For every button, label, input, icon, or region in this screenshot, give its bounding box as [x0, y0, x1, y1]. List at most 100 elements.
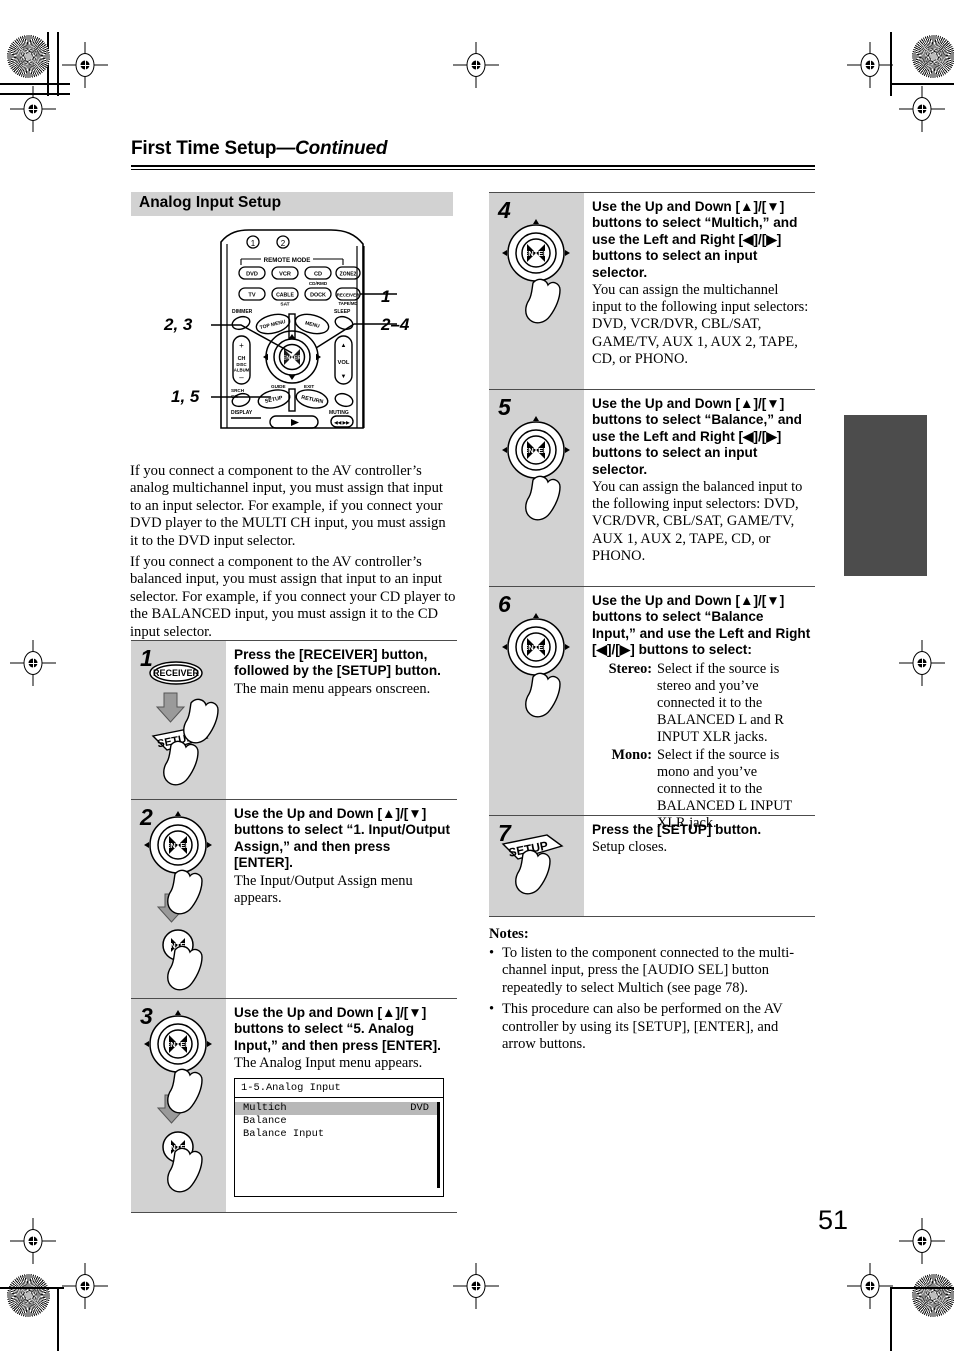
- osd-row-balance-input[interactable]: Balance Input: [235, 1128, 439, 1141]
- section-heading-text: Analog Input Setup: [139, 194, 282, 211]
- svg-text:ENTER: ENTER: [523, 446, 549, 455]
- step-3-desc: The Analog Input menu appears.: [234, 1055, 423, 1072]
- dpad-press-icon: ENTER: [502, 416, 570, 521]
- step-6-title: Use the Up and Down [▲]/[▼] buttons to s…: [592, 593, 811, 658]
- step-2-art-panel: 2 ENTER ENTER: [131, 800, 226, 998]
- registration-mark-upper-left-outer: [10, 86, 56, 132]
- notes-section: Notes: • To listen to the component conn…: [489, 926, 815, 1057]
- definition-stereo-desc: Select if the source is stereo and you’v…: [657, 660, 784, 746]
- osd-row-balance-label: Balance: [243, 1115, 287, 1128]
- figure-callout-1-5: 1, 5: [171, 387, 200, 406]
- osd-menu-analog-input: 1-5.Analog Input Multich DVD Balance Bal…: [234, 1078, 444, 1198]
- svg-text:GUIDE: GUIDE: [271, 384, 286, 389]
- step-6: 6 ENTER Use the Up and Down [▲]/[▼] butt…: [489, 586, 815, 831]
- svg-text:SRCH: SRCH: [231, 388, 245, 393]
- step-2: 2 ENTER ENTER Use the Up and Down [▲]/[▼…: [131, 799, 457, 998]
- note-item-1-text: To listen to the component connected to …: [502, 945, 795, 996]
- header-rule-thin: [131, 169, 815, 170]
- dpad-press-icon: ENTER: [502, 613, 570, 718]
- registration-mark-lower-left-outer: [10, 1218, 56, 1264]
- step-2-desc: The Input/Output Assign menu appears.: [234, 872, 413, 906]
- definition-stereo: Stereo: Select if the source is stereo a…: [592, 661, 811, 747]
- page-frame-bottom-right: [890, 1255, 954, 1351]
- svg-text:RECEIVER: RECEIVER: [337, 293, 360, 298]
- step-1: 1 RECEIVER SETUP: [131, 640, 457, 799]
- intro-paragraph-2: If you connect a component to the AV con…: [130, 553, 456, 640]
- registration-mark-top-center: [453, 42, 499, 88]
- intro-paragraph-1: If you connect a component to the AV con…: [130, 462, 446, 549]
- page-title-main: First Time Setup: [131, 138, 277, 159]
- osd-menu-title: 1-5.Analog Input: [235, 1079, 443, 1099]
- svg-text:TV: TV: [248, 293, 255, 299]
- notes-heading: Notes:: [489, 926, 529, 942]
- svg-text:–: –: [239, 373, 244, 382]
- step-4-art-panel: 4 ENTER: [489, 193, 584, 389]
- svg-text:ENTER: ENTER: [165, 841, 191, 850]
- svg-text:CABLE: CABLE: [276, 293, 294, 299]
- svg-text:1: 1: [251, 239, 256, 248]
- svg-text:ENTER: ENTER: [523, 643, 549, 652]
- osd-scrollbar[interactable]: [437, 1102, 440, 1189]
- svg-text:◀◀ ▶▶: ◀◀ ▶▶: [333, 420, 351, 425]
- dpad-press-icon: ENTER: [502, 219, 570, 324]
- note-bullet: •: [489, 945, 495, 961]
- note-item-2: • This procedure can also be performed o…: [489, 1001, 815, 1053]
- osd-menu-body: Multich DVD Balance Balance Input: [235, 1098, 443, 1196]
- density-target-top-left: [7, 35, 50, 78]
- svg-text:▼: ▼: [341, 374, 347, 380]
- step-7-art-panel: 7 SETUP: [489, 816, 584, 916]
- osd-row-balance[interactable]: Balance: [235, 1115, 439, 1128]
- svg-text:+: +: [239, 341, 244, 350]
- svg-text:ENTER: ENTER: [283, 356, 302, 362]
- svg-text:DISC: DISC: [236, 362, 246, 367]
- step-1-body: Press the [RECEIVER] button, followed by…: [226, 641, 457, 799]
- figure-callout-2-3: 2, 3: [164, 315, 193, 334]
- svg-text:VOL: VOL: [338, 360, 350, 366]
- svg-text:DISPLAY: DISPLAY: [231, 410, 253, 416]
- svg-text:SAT: SAT: [280, 302, 289, 308]
- svg-text:ALBUM: ALBUM: [234, 368, 250, 373]
- svg-text:TAPE/MD: TAPE/MD: [338, 301, 357, 306]
- step-3-art-panel: 3 ENTER ENTER: [131, 999, 226, 1212]
- svg-text:EXIT: EXIT: [304, 384, 314, 389]
- step-1-desc: The main menu appears onscreen.: [234, 680, 431, 697]
- osd-row-balance-input-label: Balance Input: [243, 1127, 325, 1140]
- note-bullet: •: [489, 1001, 495, 1018]
- step-4-body: Use the Up and Down [▲]/[▼] buttons to s…: [584, 193, 815, 389]
- svg-text:CD: CD: [314, 272, 322, 278]
- step-5-body: Use the Up and Down [▲]/[▼] buttons to s…: [584, 390, 815, 586]
- step-5-desc: You can assign the balanced input to the…: [592, 479, 803, 564]
- svg-text:SLEEP: SLEEP: [334, 309, 351, 315]
- svg-text:REMOTE MODE: REMOTE MODE: [264, 257, 311, 264]
- note-item-2-text: This procedure can also be performed on …: [502, 1001, 783, 1053]
- step-5-title: Use the Up and Down [▲]/[▼] buttons to s…: [592, 396, 802, 477]
- page-frame-top-right: [890, 0, 954, 96]
- step-4: 4 ENTER Use the Up and Down [▲]/[▼] butt…: [489, 192, 815, 389]
- receiver-then-setup-button-icon: RECEIVER SETUP: [149, 661, 219, 786]
- header-rule-thick: [131, 165, 815, 167]
- step-7-desc: Setup closes.: [592, 839, 668, 856]
- dpad-then-enter-icon: ENTER ENTER: [144, 811, 212, 991]
- step-7-title: Press the [SETUP] button.: [592, 822, 762, 837]
- step-2-body: Use the Up and Down [▲]/[▼] buttons to s…: [226, 800, 457, 998]
- step-2-title: Use the Up and Down [▲]/[▼] buttons to s…: [234, 806, 450, 871]
- osd-row-multich[interactable]: Multich DVD: [235, 1102, 439, 1116]
- steps-right-column: 4 ENTER Use the Up and Down [▲]/[▼] butt…: [489, 192, 815, 917]
- svg-text:RECEIVER: RECEIVER: [153, 668, 200, 678]
- step-5-art-panel: 5 ENTER: [489, 390, 584, 586]
- registration-mark-mid-right: [899, 640, 945, 686]
- svg-text:ENTER: ENTER: [523, 249, 549, 258]
- svg-text:DVD: DVD: [246, 272, 258, 278]
- remote-control-figure: 1 2 REMOTE MODE DVD VCR CD ZONE2 CD/RMD: [131, 228, 455, 433]
- step-4-title: Use the Up and Down [▲]/[▼] buttons to s…: [592, 199, 798, 280]
- step-4-desc: You can assign the multichannel input to…: [592, 282, 809, 367]
- page-canvas: First Time Setup—Continued Analog Input …: [0, 0, 954, 1351]
- svg-text:CD/RMD: CD/RMD: [309, 281, 328, 286]
- registration-mark-upper-right-outer: [899, 86, 945, 132]
- step-1-art-panel: 1 RECEIVER SETUP: [131, 641, 226, 799]
- step-1-title: Press the [RECEIVER] button, followed by…: [234, 647, 441, 679]
- registration-mark-bottom-center: [453, 1263, 499, 1309]
- step-6-art-panel: 6 ENTER: [489, 587, 584, 815]
- step-3-body: Use the Up and Down [▲]/[▼] buttons to s…: [226, 999, 457, 1212]
- step-3: 3 ENTER ENTER Use the Up and Down [▲]/[▼…: [131, 998, 457, 1213]
